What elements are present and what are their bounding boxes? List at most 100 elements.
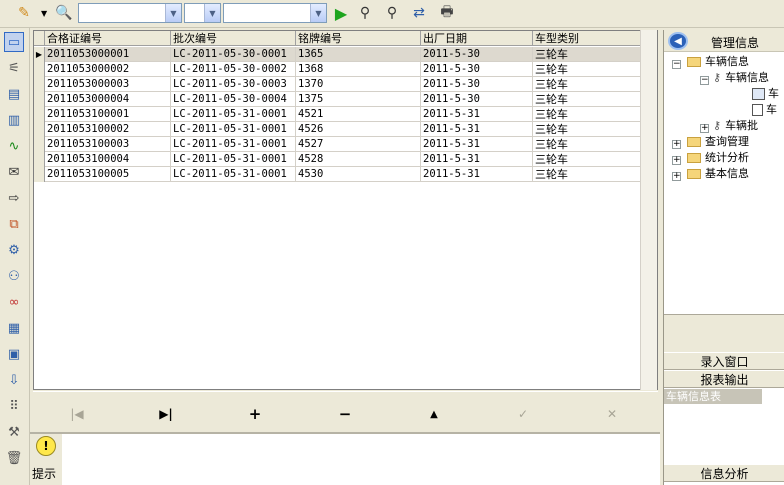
tree-leaf-2[interactable]: 车 [752, 102, 777, 118]
table-cell[interactable]: LC-2011-05-31-0001 [171, 107, 296, 122]
panel-splitter[interactable] [664, 314, 784, 352]
expand-icon[interactable]: + [672, 156, 681, 165]
tree-node-vehicle-info-sub[interactable]: − ⚷ 车辆信息 [700, 70, 769, 86]
expand-icon[interactable]: + [672, 172, 681, 181]
table-row[interactable]: 2011053100003 LC-2011-05-31-0001 4527 2011-… [34, 137, 657, 152]
table-cell[interactable]: LC-2011-05-31-0001 [171, 167, 296, 182]
grid-view-icon[interactable]: ▭ [4, 32, 24, 52]
link-icon[interactable]: ∞ [4, 292, 24, 312]
find-icon[interactable]: ⚲ [355, 3, 375, 23]
row-indicator[interactable] [34, 92, 45, 107]
table-cell[interactable]: 4527 [296, 137, 421, 152]
print-icon[interactable]: 🖶 [437, 3, 457, 23]
table-cell[interactable]: 1365 [296, 47, 421, 62]
expand-icon[interactable]: + [672, 140, 681, 149]
column-header[interactable]: 合格证编号 [45, 31, 171, 46]
envelope-icon[interactable]: ✉ [4, 162, 24, 182]
table-cell[interactable]: 1370 [296, 77, 421, 92]
tree-leaf-1[interactable]: 车 [752, 86, 779, 102]
post-record-button[interactable]: ✓ [512, 406, 534, 422]
table-cell[interactable]: 2011053100004 [45, 152, 171, 167]
apps-icon[interactable]: ⠿ [4, 396, 24, 416]
data-grid[interactable]: 合格证编号 批次编号 铭牌编号 出厂日期 车型类别 ▶ 2011053000001… [33, 30, 658, 390]
table-cell[interactable]: 2011053100005 [45, 167, 171, 182]
table-row[interactable]: 2011053000004 LC-2011-05-30-0004 1375 2011-… [34, 92, 657, 107]
table-cell[interactable]: 2011053000004 [45, 92, 171, 107]
edit-record-button[interactable]: ▲ [423, 406, 445, 422]
last-record-button[interactable]: ▶| [155, 406, 177, 422]
table-cell[interactable]: 2011053000002 [45, 62, 171, 77]
row-indicator[interactable] [34, 167, 45, 182]
find-next-icon[interactable]: ⚲ [382, 3, 402, 23]
replace-icon[interactable]: ⇄ [409, 3, 429, 23]
info-analysis-section[interactable]: 信息分析 [664, 464, 784, 482]
table-cell[interactable]: LC-2011-05-30-0001 [171, 47, 296, 62]
row-indicator[interactable] [34, 77, 45, 92]
tree-node-query[interactable]: + 查询管理 [672, 134, 749, 150]
expand-icon[interactable]: + [700, 124, 709, 133]
export-icon[interactable]: ⇨ [4, 188, 24, 208]
table-cell[interactable]: LC-2011-05-30-0003 [171, 77, 296, 92]
entry-window-section[interactable]: 录入窗口 [664, 352, 784, 370]
column-header[interactable]: 铭牌编号 [296, 31, 421, 46]
back-icon[interactable]: ◀ [668, 32, 688, 50]
column-header[interactable]: 批次编号 [171, 31, 296, 46]
chart-icon[interactable]: ∿ [4, 136, 24, 156]
filter-operator-combo[interactable]: ▼ [184, 3, 221, 23]
run-icon[interactable]: ▶ [331, 3, 351, 23]
collapse-icon[interactable]: − [700, 76, 709, 85]
table-row[interactable]: 2011053100004 LC-2011-05-31-0001 4528 2011-… [34, 152, 657, 167]
table-cell[interactable]: 2011-5-30 [421, 62, 533, 77]
table-row[interactable]: ▶ 2011053000001 LC-2011-05-30-0001 1365 2011… [34, 47, 657, 62]
report-icon[interactable]: ▦ [4, 318, 24, 338]
tree-flow-icon[interactable]: ⚟ [4, 58, 24, 78]
tree-node-basic[interactable]: + 基本信息 [672, 166, 749, 182]
table-cell[interactable]: 2011053100002 [45, 122, 171, 137]
table-cell[interactable]: 2011-5-31 [421, 137, 533, 152]
table-cell[interactable]: 2011053000003 [45, 77, 171, 92]
settings-icon[interactable]: ⚙ [4, 240, 24, 260]
table-cell[interactable]: 2011-5-31 [421, 152, 533, 167]
tree-node-vehicle-info[interactable]: − 车辆信息 [672, 54, 749, 70]
report-item-vehicle-table[interactable]: 车辆信息表 [664, 389, 762, 404]
table-cell[interactable]: LC-2011-05-30-0002 [171, 62, 296, 77]
form-icon[interactable]: ▤ [4, 84, 24, 104]
table-cell[interactable]: 2011053100003 [45, 137, 171, 152]
filter-value-combo[interactable]: ▼ [223, 3, 327, 23]
filter-field-combo[interactable]: ▼ [78, 3, 182, 23]
table-cell[interactable]: 4530 [296, 167, 421, 182]
users-icon[interactable]: ⚇ [4, 266, 24, 286]
table-cell[interactable]: LC-2011-05-30-0004 [171, 92, 296, 107]
current-row-indicator-icon[interactable]: ▶ [34, 47, 45, 62]
vertical-scrollbar[interactable] [640, 30, 657, 390]
print-doc-icon[interactable]: ▣ [4, 344, 24, 364]
table-cell[interactable]: 2011053000001 [45, 47, 171, 62]
import-icon[interactable]: ⇩ [4, 370, 24, 390]
table-cell[interactable]: 2011-5-31 [421, 107, 533, 122]
row-indicator[interactable] [34, 152, 45, 167]
row-indicator[interactable] [34, 62, 45, 77]
report-output-section[interactable]: 报表输出 [664, 370, 784, 388]
table-cell[interactable]: 4526 [296, 122, 421, 137]
table-row[interactable]: 2011053100002 LC-2011-05-31-0001 4526 2011-… [34, 122, 657, 137]
collapse-icon[interactable]: − [672, 60, 681, 69]
table-cell[interactable]: 2011-5-31 [421, 122, 533, 137]
document-icon[interactable]: ▥ [4, 110, 24, 130]
chevron-down-icon[interactable]: ▼ [204, 4, 220, 22]
cancel-record-button[interactable]: ✕ [601, 406, 623, 422]
chevron-down-icon[interactable]: ▼ [165, 4, 181, 22]
table-cell[interactable]: 2011053100001 [45, 107, 171, 122]
tools-icon[interactable]: ⚒ [4, 422, 24, 442]
table-row[interactable]: 2011053000002 LC-2011-05-30-0002 1368 2011-… [34, 62, 657, 77]
table-cell[interactable]: 2011-5-30 [421, 92, 533, 107]
first-record-button[interactable]: |◀ [66, 406, 88, 422]
chevron-down-icon[interactable]: ▼ [310, 4, 326, 22]
table-row[interactable]: 2011053100001 LC-2011-05-31-0001 4521 2011-… [34, 107, 657, 122]
insert-record-button[interactable]: + [244, 405, 266, 423]
tree-node-batch[interactable]: + ⚷ 车辆批 [700, 118, 758, 134]
trash-icon[interactable]: 🗑 [4, 448, 24, 468]
search-doc-icon[interactable]: 🔍 [54, 3, 74, 23]
row-indicator[interactable] [34, 122, 45, 137]
table-cell[interactable]: LC-2011-05-31-0001 [171, 152, 296, 167]
table-cell[interactable]: LC-2011-05-31-0001 [171, 137, 296, 152]
